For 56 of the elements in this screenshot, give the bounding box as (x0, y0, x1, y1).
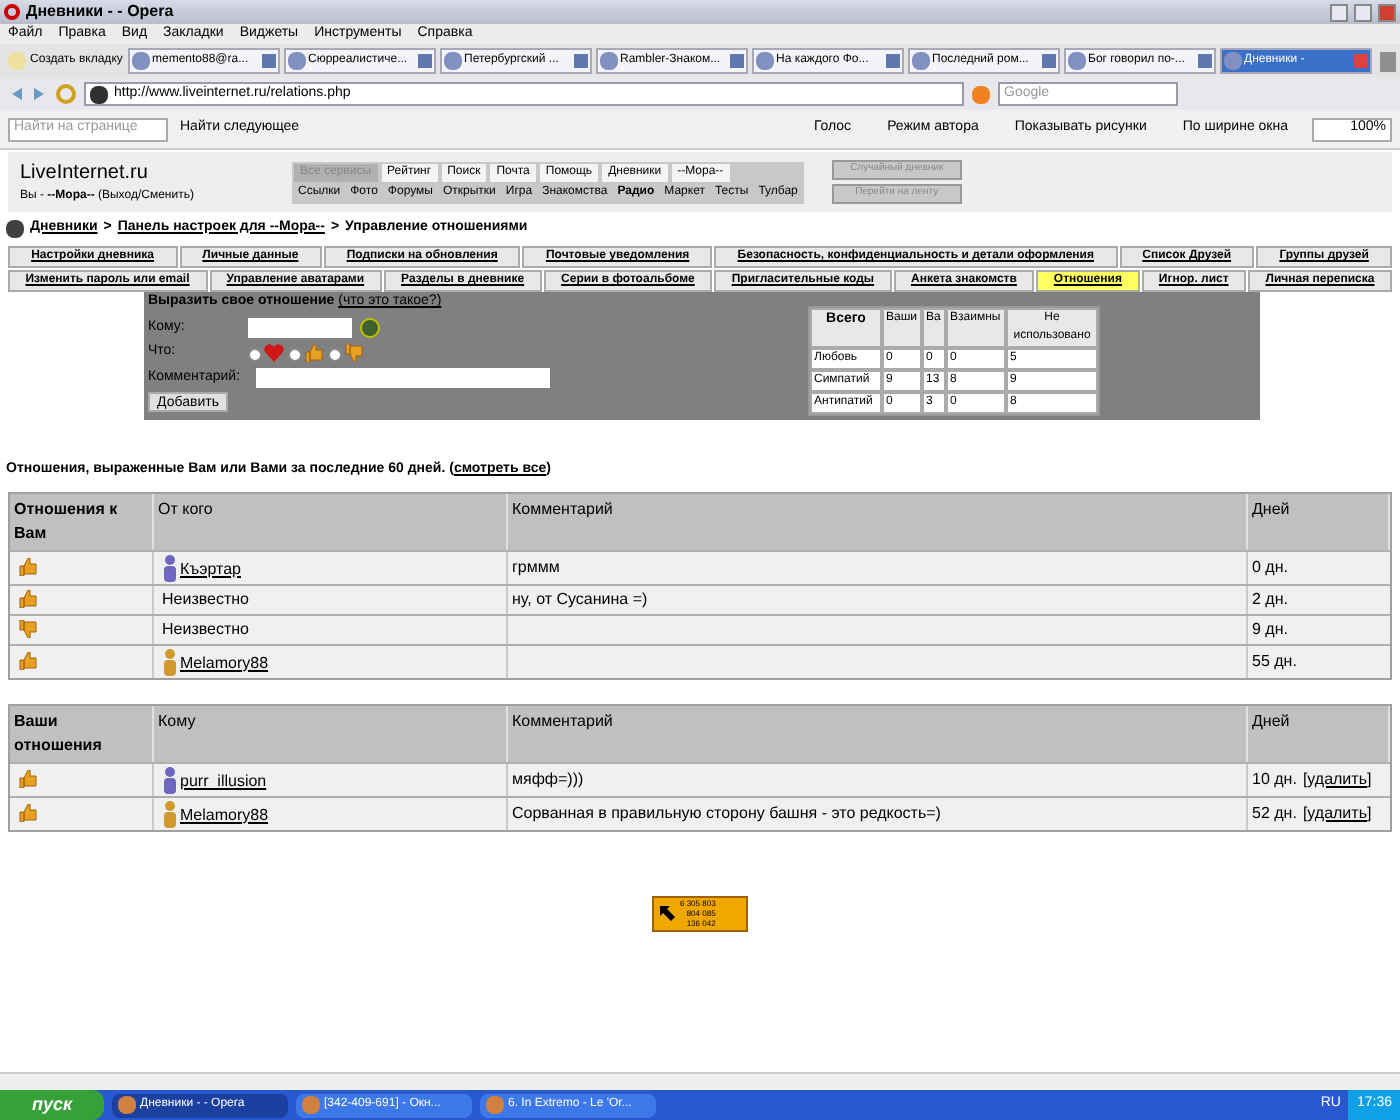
column-header: Дней (1248, 493, 1390, 549)
column-header: Отношения к Вам (10, 493, 154, 549)
favicon-icon (444, 52, 462, 70)
user-name: Неизвестно (162, 587, 250, 611)
site-icon (6, 219, 24, 237)
radio-button[interactable] (288, 347, 302, 362)
window-title: Дневники - - Opera (26, 0, 176, 24)
radio-button[interactable] (328, 347, 342, 362)
column-header: От кого (154, 493, 508, 549)
user-link[interactable]: purr_illusion (180, 769, 267, 793)
favicon-icon (1224, 52, 1242, 70)
horizontal-scrollbar[interactable] (0, 1072, 1400, 1090)
page-icon (8, 52, 26, 70)
days-text: 0 дн. (1252, 555, 1288, 579)
comment-text: Сорванная в правильную сторону башня - это редкость=) (512, 801, 941, 825)
days-text: 55 дн. (1252, 649, 1297, 673)
favicon-icon (288, 52, 306, 70)
app-logo-icon (4, 4, 20, 20)
site-icon (90, 85, 108, 103)
comment-text: ну, от Сусанина =) (512, 587, 648, 611)
column-header: Ваши отношения (10, 705, 154, 761)
favicon-icon (1068, 52, 1086, 70)
days-text: 52 дн. (1252, 801, 1297, 825)
favicon-icon (912, 52, 930, 70)
arrow-icon (658, 904, 676, 922)
comment-field[interactable] (256, 367, 550, 388)
app-icon (118, 1096, 136, 1114)
reload-icon[interactable] (56, 84, 76, 104)
forward-icon[interactable] (32, 86, 48, 102)
user-link[interactable]: Melamory88 (180, 651, 269, 675)
close-button[interactable] (1378, 3, 1396, 21)
favicon-icon (600, 52, 618, 70)
delete-link[interactable]: [удалить] (1302, 801, 1372, 825)
minimize-button[interactable] (1330, 3, 1348, 21)
delete-link[interactable]: [удалить] (1302, 767, 1372, 791)
comment-text: мяфф=))) (512, 767, 584, 791)
user-link[interactable]: Къэртар (180, 557, 241, 581)
favicon-icon (756, 52, 774, 70)
app-icon (486, 1096, 504, 1114)
user-link[interactable]: Melamory88 (180, 803, 269, 827)
comment-text: грммм (512, 555, 560, 579)
maximize-button[interactable] (1354, 3, 1372, 21)
column-header: Кому (154, 705, 508, 761)
days-text: 9 дн. (1252, 617, 1288, 641)
radio-button[interactable] (248, 347, 262, 362)
days-text: 2 дн. (1252, 587, 1288, 611)
favicon-icon (132, 52, 150, 70)
days-text: 10 дн. (1252, 767, 1297, 791)
column-header: Комментарий (508, 493, 1248, 549)
column-header: Дней (1248, 705, 1390, 761)
column-header: Комментарий (508, 705, 1248, 761)
app-icon (302, 1096, 320, 1114)
back-icon[interactable] (8, 86, 24, 102)
site-logo: LiveInternet.ru (20, 160, 150, 188)
user-name: Неизвестно (162, 617, 250, 641)
recipient-field[interactable] (248, 317, 352, 338)
